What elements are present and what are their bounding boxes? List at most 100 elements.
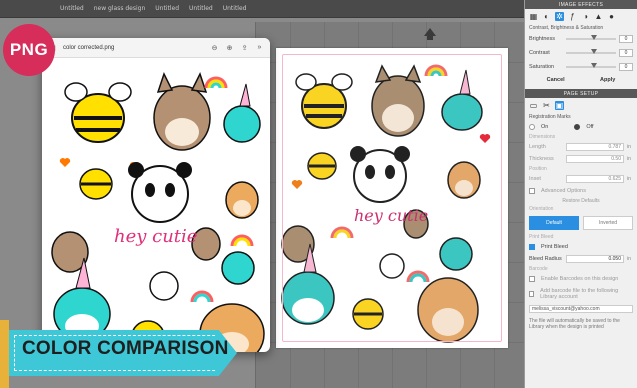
bleed-radius-field: Bleed Radius 0.050 in bbox=[525, 253, 637, 265]
preview-canvas: hey cutie bbox=[42, 58, 270, 352]
thickness-field: Thickness 0.50 in bbox=[525, 153, 637, 165]
restore-defaults-button[interactable]: Restore Defaults bbox=[525, 197, 637, 205]
image-effects-header: IMAGE EFFECTS bbox=[525, 0, 637, 9]
contrast-icon[interactable]: ◐ bbox=[542, 12, 551, 21]
orientation-default[interactable]: Default bbox=[529, 216, 579, 230]
registration-off-label: Off bbox=[586, 124, 594, 130]
cut-icon[interactable]: ✂ bbox=[542, 101, 551, 110]
panda-sticker bbox=[128, 162, 192, 223]
narwhal-sticker bbox=[223, 83, 261, 143]
brightness-value[interactable]: 0 bbox=[619, 35, 633, 43]
thickness-label: Thickness bbox=[529, 156, 554, 162]
print-cut-icon[interactable]: ▣ bbox=[555, 101, 564, 110]
apply-button[interactable]: Apply bbox=[600, 77, 615, 83]
app-tab[interactable]: Untitled bbox=[60, 5, 84, 12]
print-bleed-checkbox[interactable] bbox=[529, 244, 535, 250]
effects-buttons: Cancel Apply bbox=[525, 74, 637, 86]
small-bee-sticker bbox=[79, 168, 113, 200]
sticker-sheet-preview-art bbox=[51, 72, 265, 352]
print-bleed-label: Print Bleed bbox=[541, 244, 568, 250]
brightness-slider[interactable] bbox=[566, 35, 616, 40]
saturation-label: Saturation bbox=[529, 64, 555, 70]
inset-label: Inset bbox=[529, 176, 541, 182]
orientation-label: Orientation bbox=[529, 206, 554, 212]
saturation-value[interactable]: 0 bbox=[619, 63, 633, 71]
inset-input[interactable]: 0.625 bbox=[566, 175, 624, 183]
page-setup-toolbar: ▭ ✂ ▣ bbox=[525, 98, 637, 113]
print-page[interactable]: hey cutie bbox=[276, 48, 508, 348]
length-field: Length 0.787 in bbox=[525, 141, 637, 153]
registration-off-radio[interactable] bbox=[574, 124, 581, 130]
effects-subheader: Contrast, Brightness & Saturation bbox=[529, 25, 604, 31]
thickness-input[interactable]: 0.50 bbox=[566, 155, 624, 163]
contrast-label: Contrast bbox=[529, 50, 550, 56]
brightness-row: Brightness 0 bbox=[525, 32, 637, 46]
thickness-unit: in bbox=[627, 156, 631, 162]
more-icon[interactable]: » bbox=[255, 44, 264, 51]
contrast-slider[interactable] bbox=[566, 49, 616, 54]
enable-barcodes-checkbox[interactable] bbox=[529, 276, 535, 282]
settings-panel: IMAGE EFFECTS ▦ ◐ ✲ ƒ ◑ ▲ ● Contrast, Br… bbox=[524, 0, 637, 388]
registration-toggle: On Off bbox=[525, 121, 637, 133]
app-tab[interactable]: Untitled bbox=[189, 5, 213, 12]
saturation-row: Saturation 0 bbox=[525, 60, 637, 74]
png-badge: PNG bbox=[3, 24, 55, 76]
grid-icon[interactable]: ▦ bbox=[529, 12, 538, 21]
image-effects-toolbar: ▦ ◐ ✲ ƒ ◑ ▲ ● bbox=[525, 9, 637, 24]
colorize-icon[interactable]: ● bbox=[607, 12, 616, 21]
hey-cutie-text: hey cutie bbox=[114, 226, 198, 247]
bleed-radius-input[interactable]: 0.050 bbox=[566, 255, 624, 263]
advanced-options-row: Advanced Options bbox=[525, 185, 637, 197]
brightness-icon[interactable]: ✲ bbox=[555, 12, 564, 21]
inset-unit: in bbox=[627, 176, 631, 182]
contrast-value[interactable]: 0 bbox=[619, 49, 633, 57]
bleed-radius-label: Bleed Radius bbox=[529, 256, 562, 262]
banner-stripe bbox=[0, 320, 9, 388]
library-note: The file will automatically be saved to … bbox=[529, 318, 620, 330]
advanced-options-label: Advanced Options bbox=[541, 188, 586, 194]
registration-on-radio[interactable] bbox=[529, 124, 535, 130]
orientation-options: Default Inverted bbox=[525, 213, 637, 233]
feed-direction-arrow-icon bbox=[424, 28, 436, 40]
share-icon[interactable]: ⇪ bbox=[240, 44, 249, 52]
enable-barcodes-row: Enable Barcodes on this design bbox=[525, 273, 637, 285]
app-tab[interactable]: Untitled bbox=[155, 5, 179, 12]
preview-filename: color corrected.png bbox=[63, 44, 115, 51]
page-icon[interactable]: ▭ bbox=[529, 101, 538, 110]
bee-sticker bbox=[64, 82, 132, 143]
invert-icon[interactable]: ◑ bbox=[581, 12, 590, 21]
barcode-label: Barcode bbox=[529, 266, 548, 272]
orientation-inverted[interactable]: Inverted bbox=[583, 216, 633, 230]
library-email-field[interactable]: melissa_viscount@yahoo.com bbox=[529, 305, 633, 313]
image-preview-window[interactable]: ▤ color corrected.png ⊖ ⊕ ⇪ » bbox=[42, 38, 270, 352]
page-setup-header: PAGE SETUP bbox=[525, 89, 637, 98]
length-input[interactable]: 0.787 bbox=[566, 143, 624, 151]
length-unit: in bbox=[627, 144, 631, 150]
zoom-out-icon[interactable]: ⊖ bbox=[210, 44, 219, 52]
hey-cutie-text: hey cutie bbox=[354, 206, 429, 225]
inset-field: Inset 0.625 in bbox=[525, 173, 637, 185]
add-barcode-row: Add barcode file to the following Librar… bbox=[525, 285, 637, 303]
saturation-slider[interactable] bbox=[566, 63, 616, 68]
app-tab[interactable]: Untitled bbox=[223, 5, 247, 12]
sharpen-icon[interactable]: ▲ bbox=[594, 12, 603, 21]
add-barcode-checkbox[interactable] bbox=[529, 291, 535, 297]
cat-sticker bbox=[153, 72, 211, 151]
cancel-button[interactable]: Cancel bbox=[547, 77, 565, 83]
preview-titlebar: ▤ color corrected.png ⊖ ⊕ ⇪ » bbox=[42, 38, 270, 58]
dimensions-label: Dimensions bbox=[529, 134, 556, 140]
app-tab[interactable]: new glass design bbox=[94, 5, 146, 12]
length-label: Length bbox=[529, 144, 546, 150]
color-comparison-banner: COLOR COMPARISON bbox=[0, 320, 258, 388]
banner-label: COLOR COMPARISON bbox=[22, 338, 229, 359]
registration-on-label: On bbox=[541, 124, 549, 130]
position-label: Position bbox=[529, 166, 547, 172]
enable-barcodes-label: Enable Barcodes on this design bbox=[541, 276, 619, 282]
zoom-in-icon[interactable]: ⊕ bbox=[225, 44, 234, 52]
print-bleed-row: Print Bleed bbox=[525, 241, 637, 253]
advanced-options-checkbox[interactable] bbox=[529, 188, 535, 194]
fx-icon[interactable]: ƒ bbox=[568, 12, 577, 21]
registration-marks-label: Registration Marks bbox=[529, 114, 571, 120]
bleed-radius-unit: in bbox=[627, 256, 631, 262]
dog-sticker bbox=[225, 181, 259, 219]
